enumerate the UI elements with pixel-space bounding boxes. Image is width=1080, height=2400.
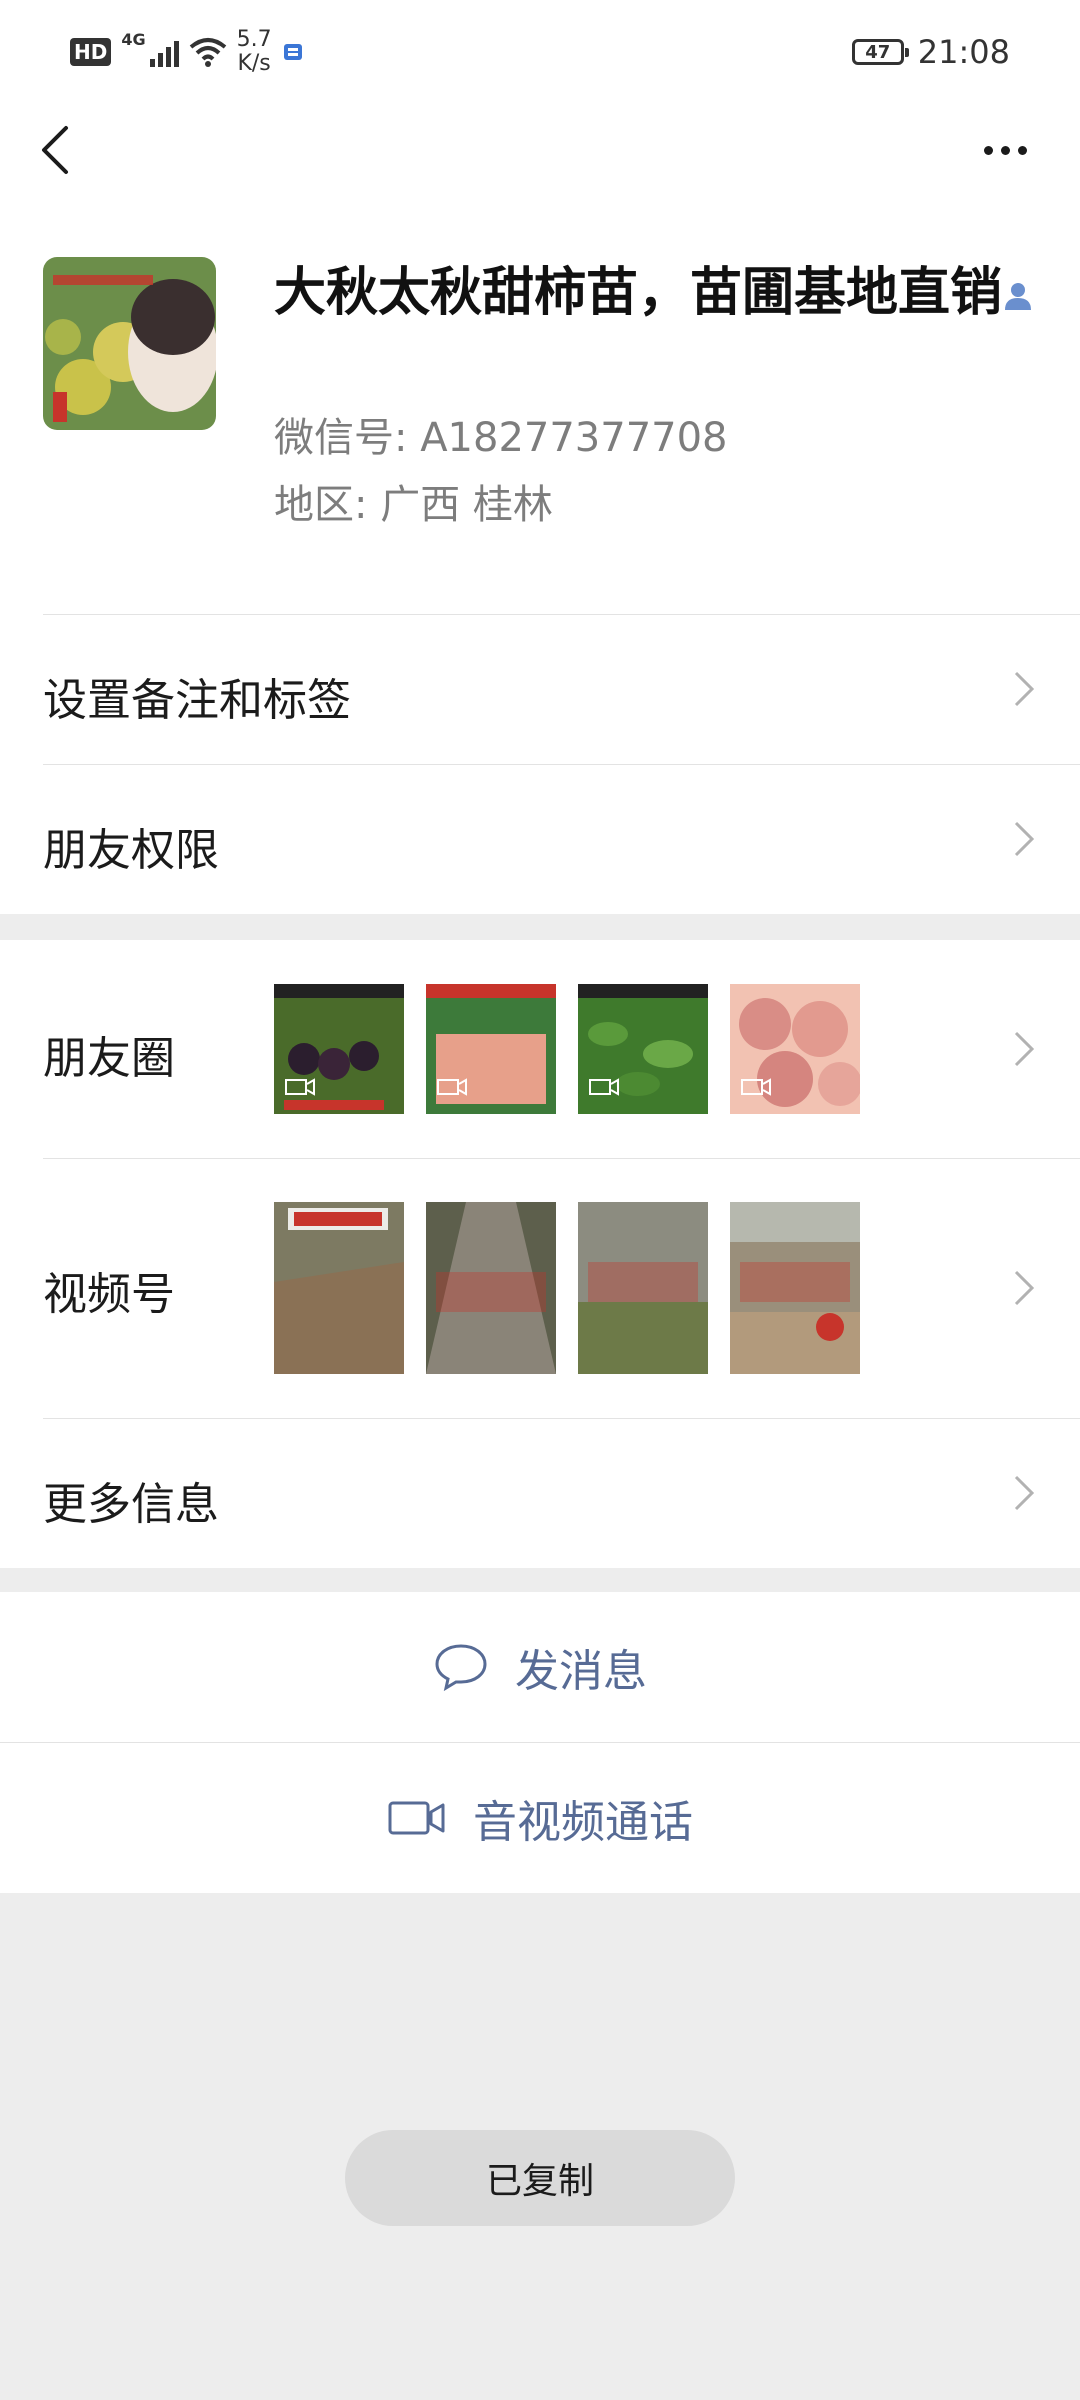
signal-icon bbox=[149, 37, 179, 67]
chevron-right-icon bbox=[1014, 1270, 1035, 1306]
speed-unit: K/s bbox=[237, 51, 271, 76]
chevron-right-icon bbox=[1014, 1031, 1035, 1067]
chevron-right-icon bbox=[1014, 1475, 1035, 1511]
more-info-row[interactable]: 更多信息 bbox=[0, 1418, 1080, 1568]
nav-bar bbox=[0, 100, 1080, 200]
av-call-button[interactable]: 音视频通话 bbox=[0, 1742, 1080, 1893]
copied-toast: 已复制 bbox=[345, 2130, 735, 2226]
divider bbox=[43, 1158, 1080, 1159]
chat-bubble-icon bbox=[435, 1644, 487, 1692]
status-left: HD 4G 5.7 K/s bbox=[70, 28, 304, 76]
av-call-label: 音视频通话 bbox=[473, 1797, 693, 1848]
remark-row[interactable]: 设置备注和标签 bbox=[0, 614, 1080, 764]
channel-thumb[interactable] bbox=[578, 1202, 708, 1374]
divider bbox=[43, 764, 1080, 765]
wechat-id[interactable]: 微信号: A18277377708 bbox=[274, 405, 728, 463]
moments-thumb[interactable] bbox=[426, 984, 556, 1114]
moments-label: 朋友圈 bbox=[43, 1033, 175, 1084]
remark-label: 设置备注和标签 bbox=[43, 675, 351, 726]
chevron-right-icon bbox=[1014, 821, 1035, 857]
channel-thumb[interactable] bbox=[730, 1202, 860, 1374]
network-speed: 5.7 K/s bbox=[237, 28, 272, 76]
moments-thumb[interactable] bbox=[274, 984, 404, 1114]
channels-row[interactable]: 视频号 bbox=[0, 1158, 1080, 1418]
chevron-right-icon bbox=[1014, 671, 1035, 707]
speed-value: 5.7 bbox=[236, 27, 272, 52]
send-message-label: 发消息 bbox=[515, 1646, 647, 1697]
profile-card: 大秋太秋甜柿苗，苗圃基地直销 微信号: A18277377708 地区: 广西 … bbox=[0, 200, 1080, 614]
app-notification-icon bbox=[283, 44, 302, 60]
permissions-row[interactable]: 朋友权限 bbox=[0, 764, 1080, 914]
moments-thumbnails bbox=[274, 984, 860, 1114]
status-bar: HD 4G 5.7 K/s 47 21:08 bbox=[0, 0, 1080, 100]
battery-icon: 47 bbox=[851, 39, 909, 65]
send-message-button[interactable]: 发消息 bbox=[0, 1592, 1080, 1742]
hd-badge: HD bbox=[70, 38, 112, 66]
divider bbox=[43, 614, 1080, 615]
friend-icon bbox=[1005, 283, 1031, 310]
video-camera-icon bbox=[388, 1801, 445, 1835]
moments-thumb[interactable] bbox=[730, 984, 860, 1114]
divider bbox=[43, 1418, 1080, 1419]
battery-level: 47 bbox=[865, 41, 891, 63]
network-type: 4G bbox=[121, 30, 146, 49]
back-icon[interactable] bbox=[30, 120, 90, 180]
avatar[interactable] bbox=[43, 257, 216, 430]
moments-thumb[interactable] bbox=[578, 984, 708, 1114]
status-right: 47 21:08 bbox=[851, 30, 1010, 74]
permissions-label: 朋友权限 bbox=[43, 825, 219, 876]
channels-thumbnails bbox=[274, 1202, 860, 1374]
more-info-label: 更多信息 bbox=[43, 1479, 219, 1530]
clock: 21:08 bbox=[917, 33, 1010, 71]
moments-row[interactable]: 朋友圈 bbox=[0, 940, 1080, 1158]
contact-name: 大秋太秋甜柿苗，苗圃基地直销 bbox=[274, 263, 1003, 323]
channel-thumb[interactable] bbox=[426, 1202, 556, 1374]
region: 地区: 广西 桂林 bbox=[274, 482, 553, 528]
channels-label: 视频号 bbox=[43, 1269, 175, 1320]
channel-thumb[interactable] bbox=[274, 1202, 404, 1374]
more-options-icon[interactable] bbox=[970, 120, 1040, 180]
wifi-icon bbox=[189, 38, 226, 67]
